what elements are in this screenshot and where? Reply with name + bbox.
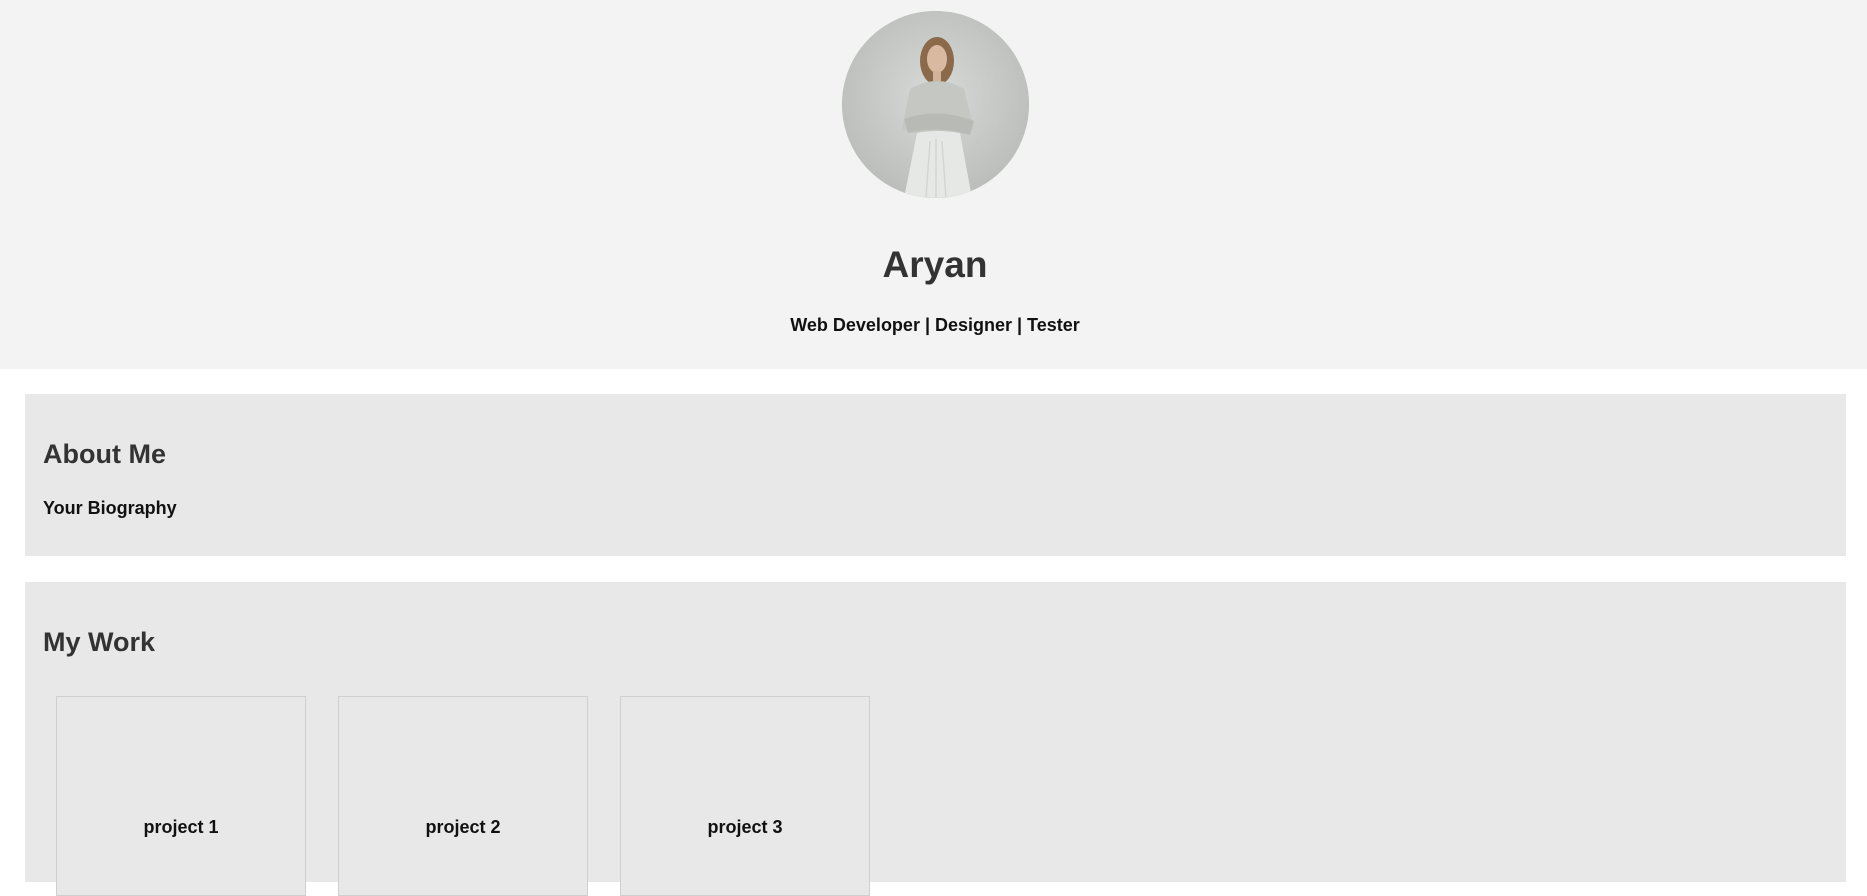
- about-section: About Me Your Biography: [25, 394, 1846, 556]
- profile-header: Aryan Web Developer | Designer | Tester: [0, 0, 1867, 369]
- profile-photo-icon: [842, 11, 1029, 198]
- avatar: [842, 11, 1029, 198]
- project-card-2[interactable]: project 2: [338, 696, 588, 896]
- work-section: My Work project 1 project 2 project 3: [25, 582, 1846, 896]
- project-card-3[interactable]: project 3: [620, 696, 870, 896]
- project-title: project 1: [143, 817, 219, 837]
- profile-name: Aryan: [882, 244, 988, 285]
- work-title: My Work: [43, 627, 156, 657]
- profile-tagline: Web Developer | Designer | Tester: [790, 315, 1080, 335]
- project-title: project 3: [707, 817, 783, 837]
- project-title: project 2: [425, 817, 501, 837]
- project-card-1[interactable]: project 1: [56, 696, 306, 896]
- biography-text: Your Biography: [43, 498, 177, 518]
- about-title: About Me: [43, 439, 166, 469]
